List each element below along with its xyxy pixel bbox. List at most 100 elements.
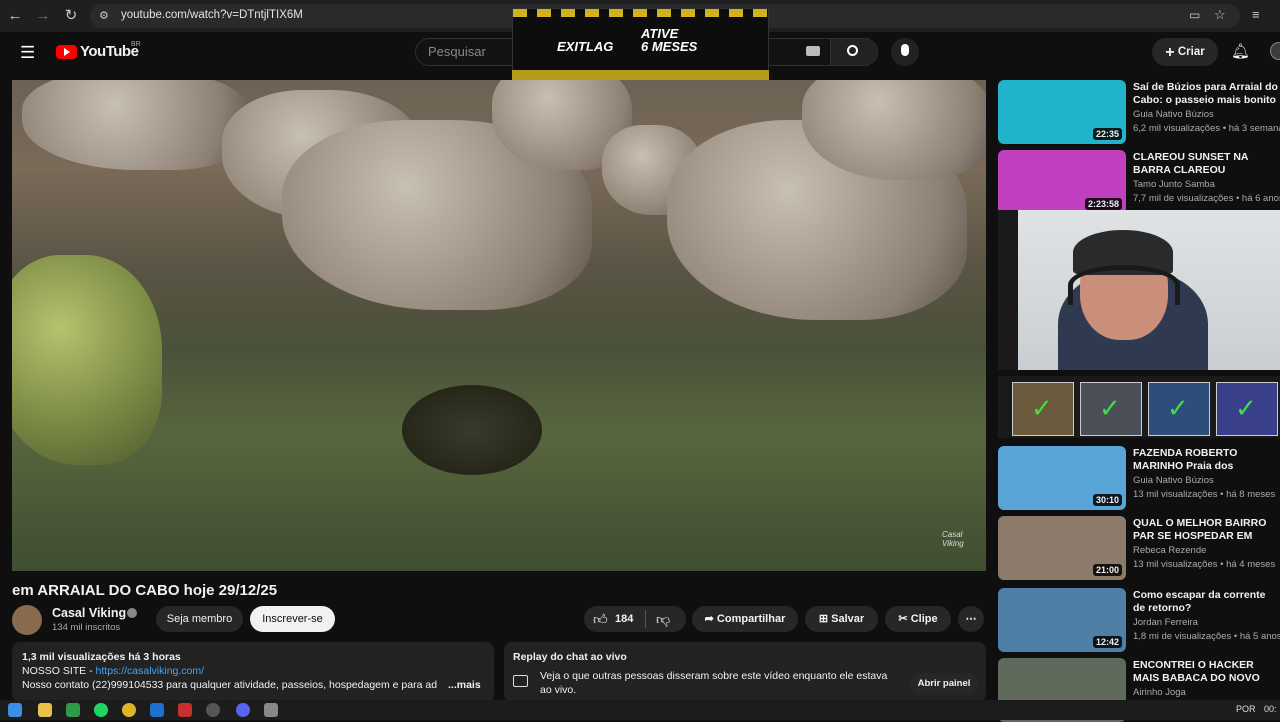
recommended-title[interactable]: ENCONTREI O HACKER MAIS BABACA DO NOVO W… [1133, 659, 1280, 685]
notifications-bell-icon[interactable]: 🔔︎ [1231, 42, 1250, 60]
reading-list-icon[interactable]: ≡ [1252, 7, 1260, 22]
recommended-meta: 6,2 mil visualizações • há 3 semana [1133, 123, 1280, 134]
clip-label: Clipe [910, 613, 938, 625]
recommended-title[interactable]: Como escapar da corrente de retorno? [1133, 589, 1280, 615]
recommended-channel[interactable]: Tamo Junto Samba [1133, 179, 1280, 190]
ad-brand: EXITLAG [557, 39, 614, 54]
voice-search-button[interactable] [891, 38, 919, 66]
app-icon[interactable] [206, 703, 220, 717]
app-icon[interactable] [264, 703, 278, 717]
verified-icon [127, 608, 137, 618]
stream-overlay-tiles: ✓ ✓ ✓ ✓ [998, 376, 1280, 438]
join-button[interactable]: Seja membro [156, 606, 243, 632]
keyboard-icon[interactable] [806, 46, 820, 56]
recommended-video-card[interactable]: 12:42 Como escapar da corrente de retorno… [998, 588, 1280, 652]
channel-name[interactable]: Casal Viking [52, 606, 126, 620]
recommended-channel[interactable]: Guia Nativo Búzios [1133, 109, 1280, 120]
share-icon: ➦ [704, 613, 714, 625]
recommended-meta: 1,8 mi de visualizações • há 5 anos [1133, 631, 1280, 642]
video-thumbnail[interactable]: 21:00 [998, 516, 1126, 580]
recommended-video-card[interactable]: 22:35 Saí de Búzios para Arraial do Cabo:… [998, 80, 1280, 144]
app-icon[interactable] [150, 703, 164, 717]
youtube-logo-text[interactable]: YouTube [80, 43, 139, 60]
subscribe-button[interactable]: Inscrever-se [250, 606, 335, 632]
mossy-rock-shape [12, 255, 162, 465]
duration-badge: 21:00 [1092, 564, 1122, 576]
divider [645, 610, 646, 628]
more-actions-button[interactable]: ⋯ [958, 606, 984, 632]
reload-icon[interactable]: ↻ [62, 7, 80, 25]
channel-avatar[interactable] [12, 605, 42, 635]
recommended-channel[interactable]: Jordan Ferreira [1133, 617, 1280, 628]
chat-replay-title: Replay do chat ao vivo [513, 651, 627, 663]
dislike-icon[interactable]: 👎︎ [656, 611, 670, 628]
share-label: Compartilhar [716, 613, 786, 625]
save-icon: ⊞ [818, 613, 829, 625]
like-icon[interactable]: 👍︎ [593, 611, 608, 628]
menu-icon[interactable]: ☰ [20, 43, 35, 63]
like-count[interactable]: 184 [615, 613, 633, 625]
search-button[interactable] [830, 38, 878, 66]
ad-stripe [513, 9, 768, 17]
recommended-channel[interactable]: Guia Nativo Búzios [1133, 475, 1280, 486]
video-thumbnail[interactable]: 30:10 [998, 446, 1126, 510]
check-icon: ✓ [1099, 393, 1121, 423]
recommended-title[interactable]: FAZENDA ROBERTO MARINHO Praia dos Cardei… [1133, 447, 1280, 473]
clip-button[interactable]: ✂ Clipe [885, 606, 951, 632]
chat-bubble-icon [513, 675, 528, 687]
recommended-channel[interactable]: Airinho Joga [1133, 687, 1280, 698]
chrome-icon[interactable] [122, 703, 136, 717]
forward-icon[interactable]: → [34, 7, 52, 25]
site-prefix: NOSSO SITE - [22, 665, 96, 677]
start-icon[interactable] [8, 703, 22, 717]
cast-icon[interactable]: ▭ [1189, 8, 1200, 22]
site-link[interactable]: https://casalviking.com/ [96, 665, 205, 677]
recommended-title[interactable]: CLAREOU SUNSET NA BARRA CLAREOU [1133, 151, 1280, 177]
site-info-icon[interactable]: ⚙ [99, 9, 109, 22]
play-glyph [64, 48, 70, 56]
subscriber-count: 134 mil inscritos [52, 622, 121, 633]
video-thumbnail[interactable]: 2:23:58 [998, 150, 1126, 214]
check-icon: ✓ [1167, 393, 1189, 423]
save-button[interactable]: ⊞ Salvar [805, 606, 878, 632]
recommended-video-card[interactable]: 21:00 QUAL O MELHOR BAIRRO PAR SE HOSPEDA… [998, 516, 1280, 580]
chat-replay-text: Veja o que outras pessoas disseram sobre… [540, 670, 888, 696]
recommended-channel[interactable]: Rebeca Rezende [1133, 545, 1280, 556]
app-icon[interactable] [178, 703, 192, 717]
recommended-title[interactable]: QUAL O MELHOR BAIRRO PAR SE HOSPEDAR EM … [1133, 517, 1280, 543]
spotify-icon[interactable] [94, 703, 108, 717]
video-player[interactable]: Casal Viking [12, 80, 986, 571]
site-line: NOSSO SITE - https://casalviking.com/ [22, 665, 204, 677]
share-button[interactable]: ➦ Compartilhar [692, 606, 798, 632]
duration-badge: 22:35 [1092, 128, 1122, 140]
url-text: youtube.com/watch?v=DTntjlTIX6M [121, 9, 303, 21]
video-thumbnail[interactable]: 12:42 [998, 588, 1126, 652]
sea-turtle [402, 385, 542, 475]
discord-icon[interactable] [236, 703, 250, 717]
youtube-logo-icon[interactable] [56, 45, 77, 59]
bookmark-star-icon[interactable]: ☆ [1214, 7, 1226, 23]
language-indicator[interactable]: POR [1236, 704, 1256, 714]
back-icon[interactable]: ← [6, 7, 24, 25]
overlay-tile: ✓ [1080, 382, 1142, 436]
show-more-link[interactable]: ...mais [448, 679, 481, 691]
headset [1068, 265, 1180, 305]
streamer-webcam [1018, 210, 1280, 370]
overlay-tile: ✓ [1148, 382, 1210, 436]
clock[interactable]: 00: [1264, 704, 1277, 714]
recommended-video-card[interactable]: 2:23:58 CLAREOU SUNSET NA BARRA CLAREOU Ta… [998, 150, 1280, 214]
ad-bottom-stripe [512, 70, 769, 80]
file-explorer-icon[interactable] [38, 703, 52, 717]
app-icon[interactable] [66, 703, 80, 717]
video-title: em ARRAIAL DO CABO hoje 29/12/25 [12, 582, 278, 599]
recommended-title[interactable]: Saí de Búzios para Arraial do Cabo: o pa… [1133, 81, 1280, 107]
video-thumbnail[interactable]: 22:35 [998, 80, 1126, 144]
duration-badge: 30:10 [1092, 494, 1122, 506]
video-watermark: Casal Viking [942, 530, 964, 548]
open-panel-button[interactable]: Abrir painel [910, 673, 978, 695]
recommended-meta: 13 mil visualizações • há 8 meses [1133, 489, 1276, 500]
recommended-video-card[interactable]: 30:10 FAZENDA ROBERTO MARINHO Praia dos C… [998, 446, 1280, 510]
overlay-tile: ✓ [1216, 382, 1278, 436]
contact-line: Nosso contato (22)999104533 para qualque… [22, 679, 438, 691]
create-button[interactable]: + Criar [1152, 38, 1218, 66]
